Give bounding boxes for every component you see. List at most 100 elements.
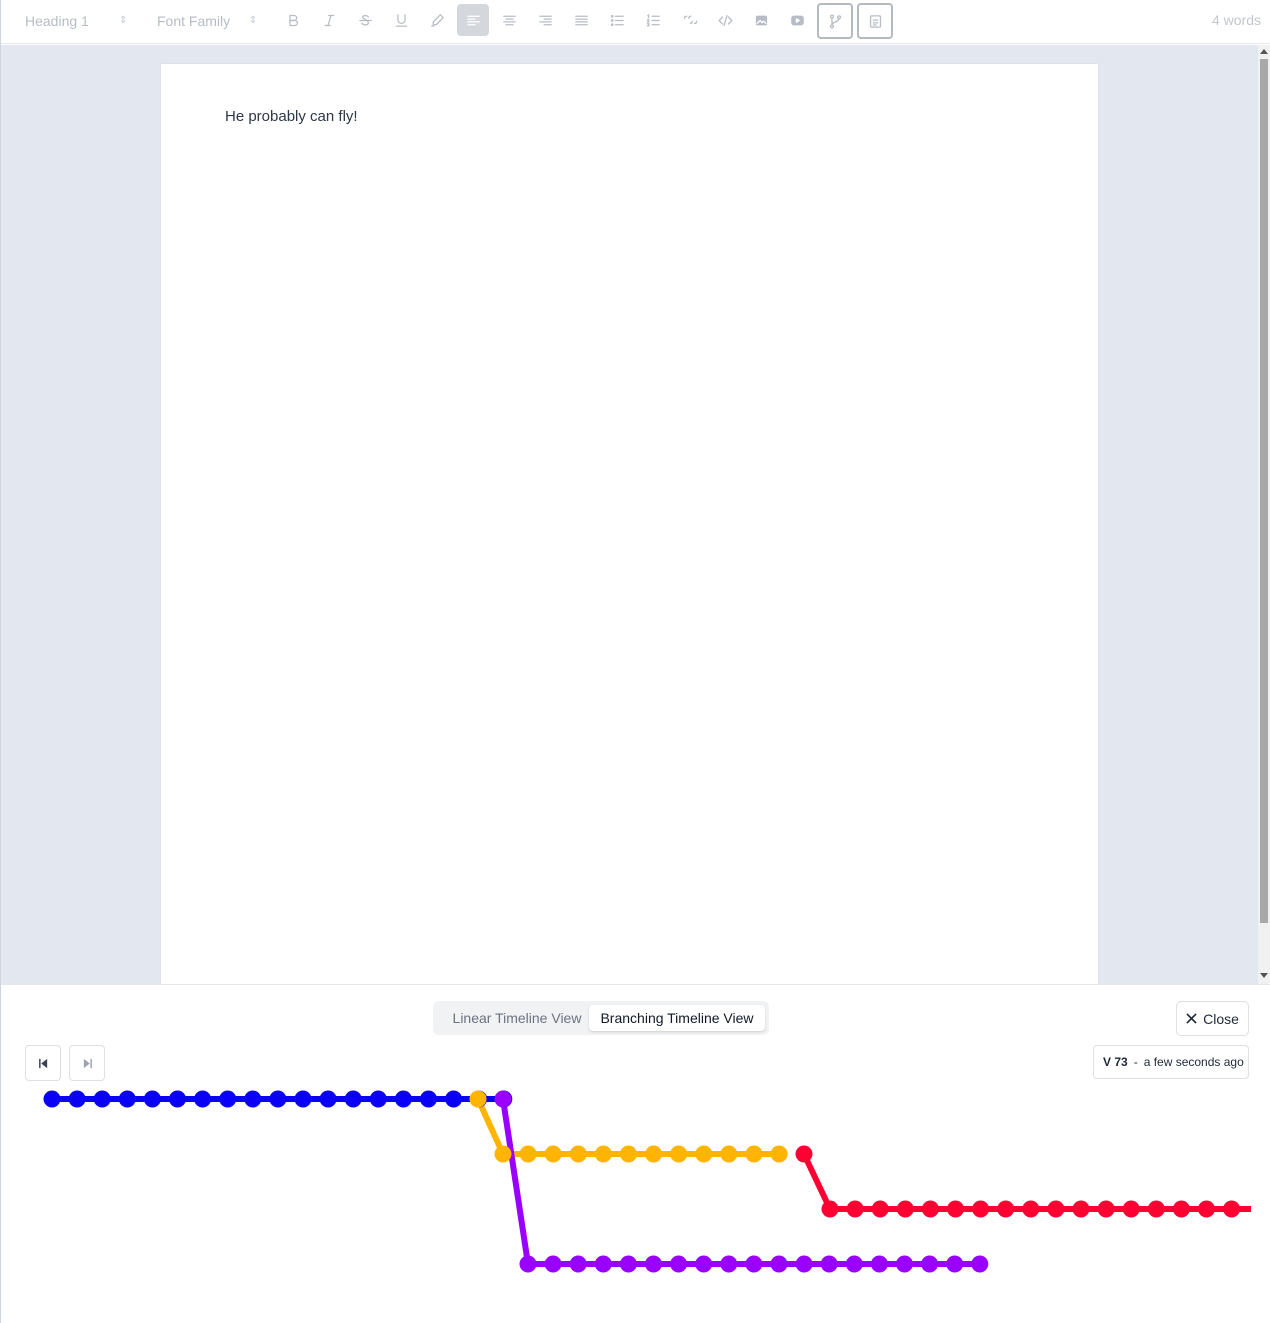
timeline-version-node[interactable]	[720, 1145, 738, 1163]
timeline-version-node[interactable]	[394, 1090, 412, 1108]
align-left-button[interactable]	[457, 4, 489, 36]
ordered-list-button[interactable]	[637, 4, 669, 36]
timeline-version-node[interactable]	[846, 1200, 864, 1218]
italic-button[interactable]	[313, 4, 345, 36]
timeline-version-node[interactable]	[871, 1200, 889, 1218]
bullet-list-button[interactable]	[601, 4, 633, 36]
timeline-version-node[interactable]	[821, 1200, 839, 1218]
timeline-version-node[interactable]	[494, 1145, 512, 1163]
timeline-version-node[interactable]	[1097, 1200, 1115, 1218]
timeline-version-node[interactable]	[143, 1090, 161, 1108]
timeline-version-node[interactable]	[294, 1090, 312, 1108]
blockquote-button[interactable]	[673, 4, 705, 36]
timeline-version-node[interactable]	[1022, 1200, 1040, 1218]
document-page[interactable]: He probably can fly!	[161, 64, 1098, 984]
timeline-version-node[interactable]	[344, 1090, 362, 1108]
timeline-version-node[interactable]	[695, 1255, 713, 1273]
scrollbar-thumb[interactable]	[1260, 59, 1268, 923]
timeline-version-node[interactable]	[544, 1145, 562, 1163]
timeline-version-node[interactable]	[569, 1255, 587, 1273]
video-button[interactable]	[781, 4, 813, 36]
document-paragraph[interactable]: He probably can fly!	[225, 108, 358, 125]
code-icon	[717, 14, 733, 26]
timeline-version-node[interactable]	[369, 1090, 387, 1108]
timeline-version-node[interactable]	[544, 1255, 562, 1273]
timeline-version-node[interactable]	[1198, 1200, 1215, 1218]
timeline-version-node[interactable]	[118, 1090, 136, 1108]
timeline-version-node[interactable]	[745, 1145, 763, 1163]
timeline-version-node[interactable]	[1223, 1200, 1241, 1218]
timeline-version-node[interactable]	[921, 1200, 939, 1218]
timeline-version-node[interactable]	[469, 1090, 487, 1108]
timeline-version-node[interactable]	[319, 1090, 337, 1108]
timeline-version-node[interactable]	[569, 1145, 587, 1163]
close-button[interactable]: Close	[1176, 1001, 1249, 1036]
timeline-version-node[interactable]	[845, 1255, 863, 1273]
align-justify-button[interactable]	[565, 4, 597, 36]
timeline-version-node[interactable]	[219, 1090, 237, 1108]
timeline-version-node[interactable]	[695, 1145, 713, 1163]
timeline-version-node[interactable]	[921, 1255, 939, 1273]
timeline-version-node[interactable]	[1122, 1200, 1140, 1218]
strikethrough-button[interactable]	[349, 4, 381, 36]
timeline-version-node[interactable]	[494, 1090, 512, 1108]
timeline-version-node[interactable]	[619, 1255, 637, 1273]
timeline-version-node[interactable]	[896, 1200, 914, 1218]
tab-linear-timeline[interactable]: Linear Timeline View	[441, 1005, 593, 1031]
timeline-version-node[interactable]	[194, 1090, 212, 1108]
timeline-version-node[interactable]	[445, 1090, 463, 1108]
timeline-version-node[interactable]	[93, 1090, 111, 1108]
timeline-version-node[interactable]	[947, 1200, 964, 1218]
editor-scrollbar[interactable]	[1258, 45, 1270, 984]
timeline-version-node[interactable]	[1172, 1200, 1190, 1218]
timeline-version-node[interactable]	[670, 1255, 688, 1273]
timeline-version-node[interactable]	[244, 1090, 262, 1108]
last-version-button[interactable]	[69, 1045, 105, 1081]
timeline-version-node[interactable]	[770, 1145, 788, 1163]
timeline-version-node[interactable]	[971, 1255, 989, 1273]
timeline-version-node[interactable]	[1072, 1200, 1090, 1218]
scroll-up-arrow-icon[interactable]	[1260, 49, 1268, 54]
timeline-version-node[interactable]	[795, 1255, 813, 1273]
timeline-version-node[interactable]	[972, 1200, 990, 1218]
highlight-button[interactable]	[421, 4, 453, 36]
underline-button[interactable]	[385, 4, 417, 36]
timeline-version-node[interactable]	[169, 1090, 186, 1108]
first-version-button[interactable]	[25, 1045, 61, 1081]
timeline-version-node[interactable]	[620, 1145, 637, 1163]
code-button[interactable]	[709, 4, 741, 36]
align-center-button[interactable]	[493, 4, 525, 36]
timeline-version-node[interactable]	[720, 1255, 738, 1273]
timeline-version-node[interactable]	[946, 1255, 964, 1273]
tab-branching-timeline[interactable]: Branching Timeline View	[589, 1005, 765, 1031]
timeline-version-node[interactable]	[870, 1255, 888, 1273]
timeline-version-node[interactable]	[594, 1255, 612, 1273]
branch-button[interactable]	[817, 3, 853, 39]
timeline-version-node[interactable]	[1047, 1200, 1065, 1218]
timeline-version-node[interactable]	[997, 1200, 1015, 1218]
history-button[interactable]	[857, 3, 893, 39]
image-button[interactable]	[745, 4, 777, 36]
timeline-version-node[interactable]	[645, 1145, 663, 1163]
timeline-version-node[interactable]	[820, 1255, 838, 1273]
font-family-select[interactable]: Font Family ⇕	[157, 10, 261, 32]
timeline-version-node[interactable]	[594, 1145, 612, 1163]
scroll-down-arrow-icon[interactable]	[1260, 973, 1268, 978]
align-right-button[interactable]	[529, 4, 561, 36]
heading-select[interactable]: Heading 1 ⇕	[25, 10, 129, 32]
timeline-version-node[interactable]	[68, 1090, 86, 1108]
timeline-version-node[interactable]	[420, 1090, 437, 1108]
timeline-version-node[interactable]	[795, 1145, 813, 1163]
bold-button[interactable]	[277, 4, 309, 36]
timeline-version-node[interactable]	[519, 1255, 537, 1273]
timeline-version-node[interactable]	[43, 1090, 61, 1108]
timeline-version-node[interactable]	[770, 1255, 788, 1273]
timeline-version-node[interactable]	[1147, 1200, 1165, 1218]
timeline-version-node[interactable]	[745, 1255, 763, 1273]
timeline-version-node[interactable]	[645, 1255, 662, 1273]
timeline-version-node[interactable]	[670, 1145, 688, 1163]
timeline-version-node[interactable]	[519, 1145, 537, 1163]
timeline-version-node[interactable]	[896, 1255, 913, 1273]
branching-timeline[interactable]	[1, 1083, 1251, 1283]
timeline-version-node[interactable]	[269, 1090, 287, 1108]
